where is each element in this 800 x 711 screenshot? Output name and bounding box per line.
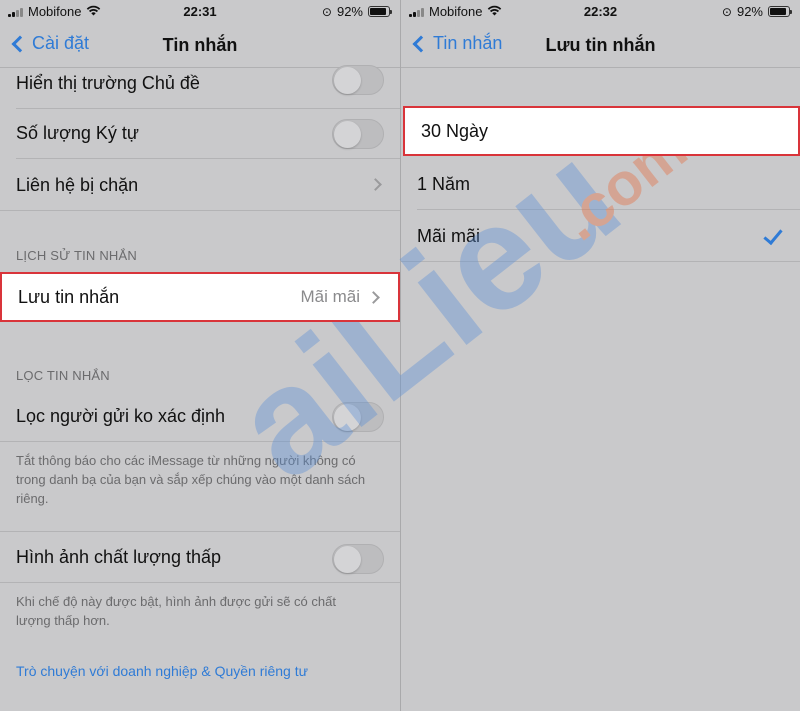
page-title: Lưu tin nhắn	[545, 35, 656, 55]
character-count-row[interactable]: Số lượng Ký tự	[0, 107, 400, 159]
option-label: 30 Ngày	[421, 120, 489, 141]
row-label: Lọc người gửi ko xác định	[16, 405, 226, 426]
row-label: Số lượng Ký tự	[16, 122, 139, 143]
battery-percent: 92%	[736, 4, 763, 19]
character-count-toggle[interactable]	[332, 119, 384, 149]
chevron-right-icon	[367, 291, 380, 304]
subject-field-toggle[interactable]	[332, 65, 384, 95]
low-quality-images-row[interactable]: Hình ảnh chất lượng thấp	[0, 531, 400, 583]
battery-icon	[368, 6, 392, 17]
page-title: Tin nhắn	[162, 35, 238, 55]
keep-messages-screen: Mobifone 22:32 ⊙ 92% Tin nhắn Lưu tin nh…	[400, 0, 800, 711]
row-label: Hiển thị trường Chủ đề	[16, 72, 200, 93]
option-label: 1 Năm	[417, 173, 471, 194]
privacy-link[interactable]: Trò chuyện với doanh nghiệp & Quyền riên…	[16, 663, 308, 679]
filter-unknown-toggle[interactable]	[332, 402, 384, 432]
section-header-filter: LỌC TIN NHẮN	[16, 368, 110, 383]
subject-field-row[interactable]: Hiển thị trường Chủ đề	[0, 57, 400, 109]
navigation-bar: Tin nhắn Lưu tin nhắn	[401, 22, 800, 68]
orientation-lock-icon: ⊙	[321, 4, 332, 19]
option-forever[interactable]: Mãi mãi	[401, 210, 800, 262]
messages-settings-screen: Mobifone 22:31 ⊙ 92% Cài đặt Tin nhắn Hi…	[0, 0, 400, 711]
status-bar: Mobifone 22:31 ⊙ 92%	[0, 0, 400, 22]
section-header-history: LỊCH SỬ TIN NHẮN	[16, 248, 137, 263]
orientation-lock-icon: ⊙	[721, 4, 732, 19]
row-label: Liên hệ bị chặn	[16, 174, 139, 195]
row-label: Lưu tin nhắn	[18, 286, 120, 307]
battery-percent: 92%	[336, 4, 363, 19]
option-30-days[interactable]: 30 Ngày	[403, 106, 800, 156]
option-1-year[interactable]: 1 Năm	[401, 158, 800, 210]
battery-icon	[768, 6, 792, 17]
blocked-contacts-row[interactable]: Liên hệ bị chặn	[0, 159, 400, 211]
row-label: Hình ảnh chất lượng thấp	[16, 547, 221, 567]
checkmark-icon	[763, 224, 783, 246]
filter-unknown-senders-row[interactable]: Lọc người gửi ko xác định	[0, 390, 400, 442]
keep-messages-value: Mãi mãi	[300, 287, 360, 306]
low-quality-toggle[interactable]	[332, 544, 384, 574]
status-bar: Mobifone 22:32 ⊙ 92%	[401, 0, 800, 22]
screenshot-frame: Mobifone 22:31 ⊙ 92% Cài đặt Tin nhắn Hi…	[0, 0, 800, 711]
chevron-right-icon	[369, 178, 382, 191]
filter-footer-note: Tắt thông báo cho các iMessage từ những …	[16, 453, 366, 506]
keep-messages-row[interactable]: Lưu tin nhắn Mãi mãi	[0, 272, 400, 322]
option-label: Mãi mãi	[417, 225, 481, 246]
low-quality-footer-note: Khi chế độ này được bật, hình ảnh được g…	[16, 594, 336, 628]
